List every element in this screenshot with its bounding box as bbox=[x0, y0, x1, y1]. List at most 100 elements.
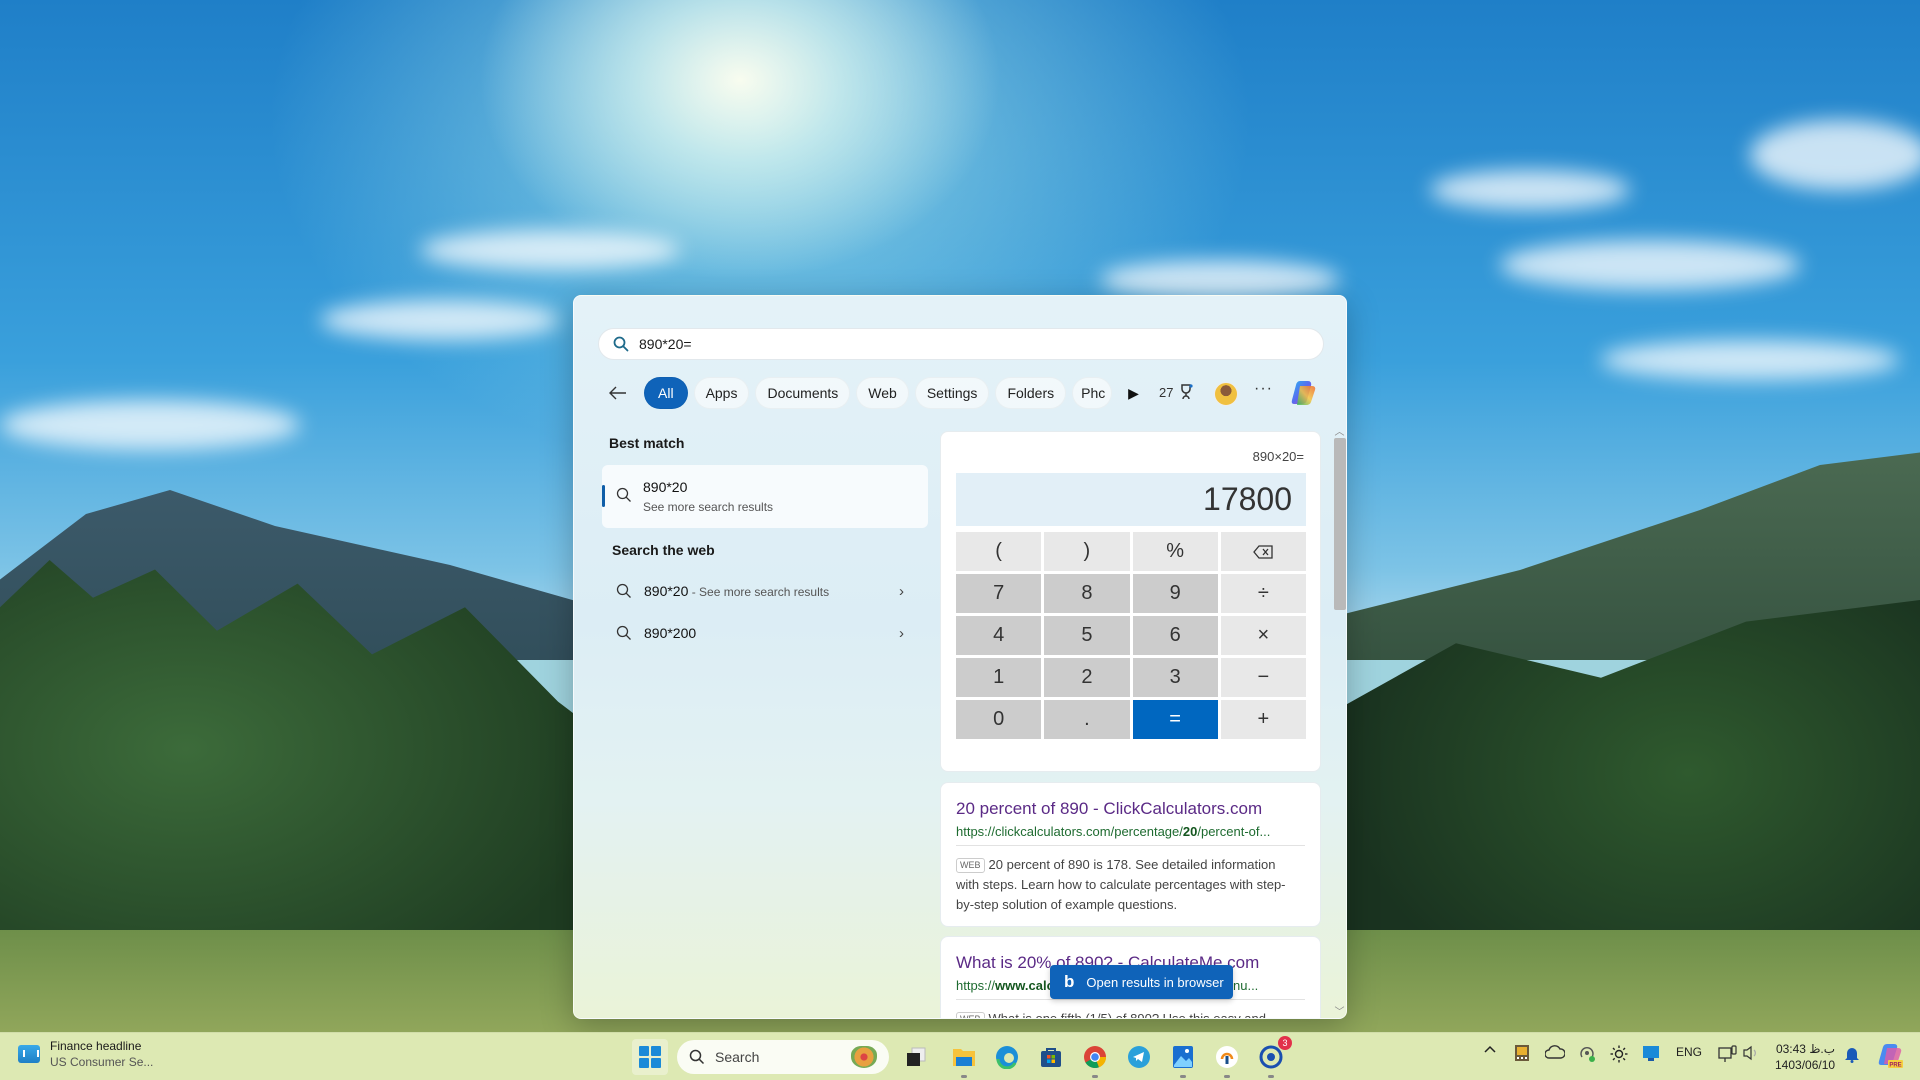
result-snippet: WEB What is one fifth (1/5) of 890? Use t… bbox=[956, 1009, 1300, 1018]
key-equals[interactable]: = bbox=[1132, 700, 1218, 739]
scrollbar-thumb[interactable] bbox=[1334, 438, 1346, 610]
language-indicator[interactable]: ENG bbox=[1676, 1045, 1702, 1059]
web-search-text: 890*200 bbox=[644, 625, 697, 641]
search-icon bbox=[613, 336, 629, 352]
best-match-heading: Best match bbox=[609, 435, 685, 451]
monitor-icon bbox=[1643, 1046, 1659, 1061]
finance-widget-icon bbox=[18, 1045, 40, 1063]
start-button[interactable] bbox=[632, 1039, 668, 1075]
key-6[interactable]: 6 bbox=[1132, 616, 1218, 655]
telegram-button[interactable] bbox=[1124, 1042, 1154, 1072]
tab-documents[interactable]: Documents bbox=[755, 377, 851, 409]
tab-all[interactable]: All bbox=[644, 377, 688, 409]
telegram-icon bbox=[1128, 1046, 1150, 1068]
tab-web[interactable]: Web bbox=[856, 377, 909, 409]
widgets-button[interactable]: Finance headline US Consumer Se... bbox=[18, 1039, 153, 1069]
clock[interactable]: 03:43 ب.ظ 1403/06/10 bbox=[1775, 1041, 1835, 1073]
key-backspace[interactable] bbox=[1220, 532, 1306, 571]
divider bbox=[956, 845, 1305, 846]
chevron-up-icon bbox=[1484, 1045, 1496, 1053]
running-indicator bbox=[1180, 1075, 1186, 1078]
divider bbox=[956, 999, 1305, 1000]
calculator-card: 890×20= 17800 ( ) % 7 8 9 ÷ 4 5 6 × 1 2 … bbox=[940, 431, 1321, 772]
chrome-icon bbox=[1084, 1046, 1107, 1069]
network-icon bbox=[1718, 1045, 1737, 1062]
notifications-button[interactable] bbox=[1844, 1045, 1860, 1063]
clock-date: 1403/06/10 bbox=[1775, 1058, 1836, 1072]
key-close-paren[interactable]: ) bbox=[1044, 532, 1130, 571]
more-tabs-button[interactable]: ▶ bbox=[1128, 385, 1139, 402]
network-button[interactable] bbox=[1718, 1045, 1738, 1063]
microsoft-store-button[interactable] bbox=[1036, 1042, 1066, 1072]
key-multiply[interactable]: × bbox=[1220, 616, 1306, 655]
app-with-badge-button[interactable]: 3 bbox=[1256, 1036, 1292, 1078]
result-url[interactable]: https://clickcalculators.com/percentage/… bbox=[956, 824, 1270, 839]
tab-apps[interactable]: Apps bbox=[693, 377, 750, 409]
key-8[interactable]: 8 bbox=[1044, 574, 1130, 613]
search-web-heading: Search the web bbox=[612, 542, 715, 558]
show-hidden-icons-button[interactable] bbox=[1484, 1045, 1496, 1053]
key-4[interactable]: 4 bbox=[956, 616, 1042, 655]
color-app-icon bbox=[1515, 1045, 1529, 1061]
scroll-up-button[interactable]: ︿ bbox=[1332, 423, 1346, 438]
chrome-button[interactable] bbox=[1080, 1042, 1110, 1078]
key-7[interactable]: 7 bbox=[956, 574, 1042, 613]
calculator-keypad: ( ) % 7 8 9 ÷ 4 5 6 × 1 2 3 − 0 . = + bbox=[956, 532, 1306, 739]
scroll-down-button[interactable]: ﹀ bbox=[1332, 1003, 1346, 1018]
onedrive-button[interactable] bbox=[1545, 1045, 1565, 1059]
rewards-points-value: 27 bbox=[1159, 384, 1174, 400]
remote-desktop-button[interactable] bbox=[1642, 1045, 1660, 1063]
key-1[interactable]: 1 bbox=[956, 658, 1042, 697]
photos-button[interactable] bbox=[1168, 1042, 1198, 1078]
more-options-button[interactable]: ··· bbox=[1254, 380, 1273, 398]
selection-accent bbox=[602, 485, 605, 507]
search-box[interactable] bbox=[598, 328, 1324, 360]
result-title-link[interactable]: 20 percent of 890 - ClickCalculators.com bbox=[956, 799, 1262, 819]
copilot-taskbar-button[interactable]: PRE bbox=[1876, 1041, 1904, 1069]
key-open-paren[interactable]: ( bbox=[956, 532, 1042, 571]
volume-button[interactable] bbox=[1742, 1045, 1760, 1061]
key-subtract[interactable]: − bbox=[1220, 658, 1306, 697]
tray-app-icon[interactable] bbox=[1515, 1045, 1529, 1061]
hotspot-button[interactable] bbox=[1578, 1045, 1596, 1063]
key-9[interactable]: 9 bbox=[1132, 574, 1218, 613]
brightness-button[interactable] bbox=[1610, 1045, 1628, 1063]
task-view-button[interactable] bbox=[901, 1042, 931, 1072]
file-explorer-button[interactable] bbox=[949, 1042, 979, 1078]
key-0[interactable]: 0 bbox=[956, 700, 1042, 739]
tab-folders[interactable]: Folders bbox=[995, 377, 1067, 409]
taskbar-search[interactable]: Search bbox=[677, 1040, 889, 1074]
cloud bbox=[1430, 170, 1630, 210]
chevron-right-icon: › bbox=[899, 582, 904, 600]
open-results-in-browser-button[interactable]: b Open results in browser bbox=[1050, 965, 1233, 999]
edge-button[interactable] bbox=[992, 1042, 1022, 1072]
tab-photos[interactable]: Phc bbox=[1072, 377, 1113, 409]
search-highlight-icon bbox=[851, 1046, 877, 1068]
key-5[interactable]: 5 bbox=[1044, 616, 1130, 655]
rewards-points[interactable]: 27 bbox=[1159, 384, 1194, 400]
search-input[interactable] bbox=[639, 336, 1279, 352]
web-search-item[interactable]: 890*20 - See more search results › bbox=[602, 573, 928, 609]
scrollbar[interactable]: ︿ ﹀ bbox=[1332, 423, 1346, 1018]
key-divide[interactable]: ÷ bbox=[1220, 574, 1306, 613]
bell-icon bbox=[1845, 1048, 1859, 1063]
key-add[interactable]: + bbox=[1220, 700, 1306, 739]
key-percent[interactable]: % bbox=[1132, 532, 1218, 571]
cloud bbox=[0, 400, 300, 450]
back-button[interactable] bbox=[604, 379, 632, 407]
cloud bbox=[420, 230, 680, 270]
user-avatar[interactable] bbox=[1214, 382, 1238, 406]
key-decimal[interactable]: . bbox=[1044, 700, 1130, 739]
chevron-right-icon: › bbox=[899, 624, 904, 642]
best-match-item[interactable]: 890*20 See more search results bbox=[602, 465, 928, 528]
key-3[interactable]: 3 bbox=[1132, 658, 1218, 697]
clock-time: 03:43 ب.ظ bbox=[1775, 1042, 1836, 1056]
hotspot-icon bbox=[1580, 1047, 1595, 1062]
key-2[interactable]: 2 bbox=[1044, 658, 1130, 697]
web-search-text: 890*20 - See more search results bbox=[644, 583, 830, 599]
arrow-left-icon bbox=[609, 386, 626, 400]
vpn-app-button[interactable] bbox=[1212, 1042, 1242, 1078]
web-search-item[interactable]: 890*200 › bbox=[602, 615, 928, 651]
copilot-icon[interactable] bbox=[1288, 378, 1318, 408]
tab-settings[interactable]: Settings bbox=[914, 377, 990, 409]
